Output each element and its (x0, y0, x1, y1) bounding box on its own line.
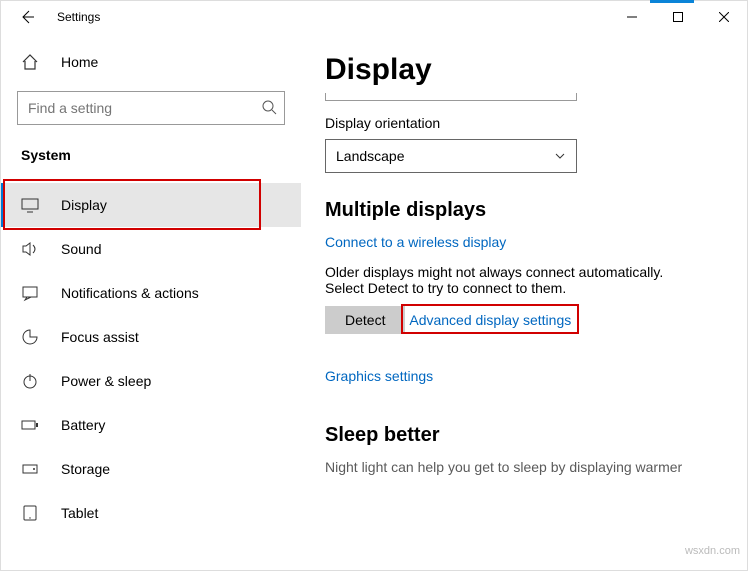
battery-icon (21, 416, 41, 434)
sidebar-item-label: Battery (61, 417, 105, 433)
watermark: wsxdn.com (685, 545, 740, 557)
graphics-settings-link[interactable]: Graphics settings (325, 368, 433, 384)
sidebar-item-label: Sound (61, 241, 101, 257)
sidebar-item-label: Notifications & actions (61, 285, 199, 301)
orientation-value: Landscape (336, 148, 405, 164)
sidebar-item-power-sleep[interactable]: Power & sleep (1, 359, 301, 403)
display-icon (21, 196, 41, 214)
orientation-label: Display orientation (325, 115, 727, 131)
sidebar-item-battery[interactable]: Battery (1, 403, 301, 447)
orientation-select[interactable]: Landscape (325, 139, 577, 173)
sidebar: Home System Display (1, 33, 301, 570)
sidebar-item-tablet[interactable]: Tablet (1, 491, 301, 535)
sidebar-item-label: Focus assist (61, 329, 139, 345)
arrow-left-icon (19, 9, 35, 25)
sidebar-item-notifications[interactable]: Notifications & actions (1, 271, 301, 315)
search-icon (261, 99, 277, 115)
search-field[interactable] (17, 91, 285, 125)
maximize-button[interactable] (655, 2, 701, 32)
resolution-box-remnant (325, 93, 577, 101)
power-icon (21, 372, 41, 390)
page-title: Display (325, 53, 727, 87)
tablet-icon (21, 504, 41, 522)
advanced-display-link[interactable]: Advanced display settings (409, 312, 571, 328)
sidebar-item-label: Power & sleep (61, 373, 151, 389)
home-label: Home (61, 54, 98, 70)
back-button[interactable] (13, 3, 41, 31)
category-heading: System (1, 137, 301, 173)
sleep-better-heading: Sleep better (325, 424, 727, 447)
sleep-better-text: Night light can help you get to sleep by… (325, 459, 727, 475)
sidebar-item-display[interactable]: Display (1, 183, 301, 227)
sidebar-item-storage[interactable]: Storage (1, 447, 301, 491)
sidebar-item-label: Tablet (61, 505, 98, 521)
sidebar-item-focus-assist[interactable]: Focus assist (1, 315, 301, 359)
sound-icon (21, 240, 41, 258)
nav-list: Display Sound Notifications & actions (1, 183, 301, 535)
sidebar-item-sound[interactable]: Sound (1, 227, 301, 271)
notifications-icon (21, 284, 41, 302)
home-nav[interactable]: Home (1, 43, 301, 81)
window-title: Settings (57, 10, 100, 24)
content-pane: Display Display orientation Landscape Mu… (301, 33, 747, 570)
minimize-button[interactable] (609, 2, 655, 32)
connect-wireless-link[interactable]: Connect to a wireless display (325, 234, 506, 250)
older-displays-text: Older displays might not always connect … (325, 264, 695, 296)
focus-icon (21, 328, 41, 346)
close-button[interactable] (701, 2, 747, 32)
multiple-displays-heading: Multiple displays (325, 199, 727, 222)
titlebar: Settings (1, 1, 747, 33)
chevron-down-icon (554, 150, 566, 162)
search-input[interactable] (17, 91, 285, 125)
sidebar-item-label: Display (61, 197, 107, 213)
sidebar-item-label: Storage (61, 461, 110, 477)
detect-button[interactable]: Detect (325, 306, 405, 334)
home-icon (21, 53, 41, 71)
storage-icon (21, 460, 41, 478)
